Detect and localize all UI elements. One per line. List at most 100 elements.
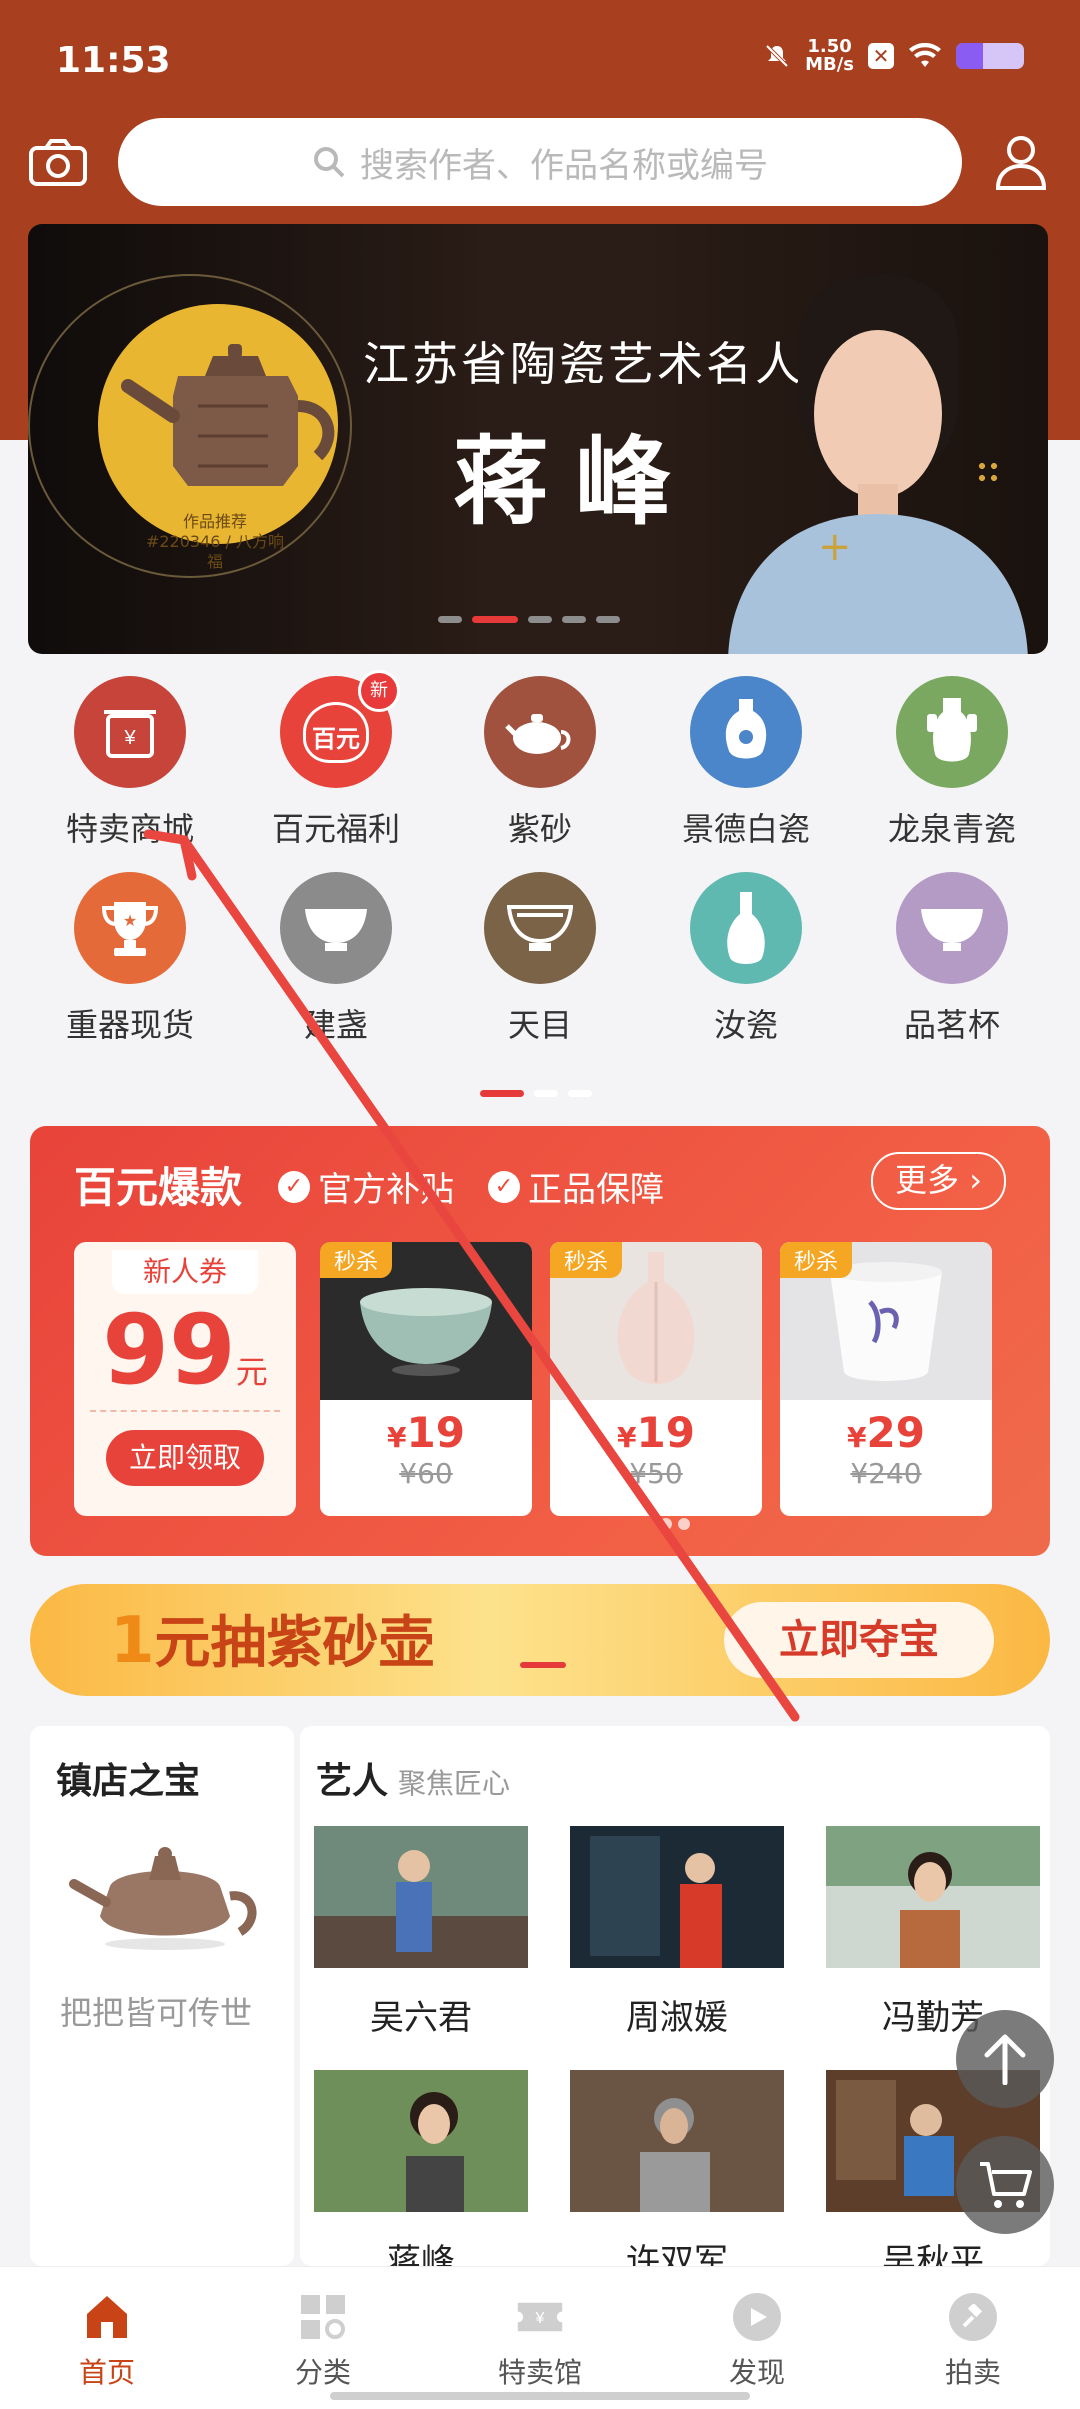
promo-title: 百元爆款 <box>74 1163 243 1212</box>
wifi-icon <box>909 43 941 67</box>
category-item-zisha[interactable]: 紫砂 <box>450 676 630 850</box>
scroll-to-top-button[interactable] <box>956 2010 1054 2108</box>
check-icon: ✓ <box>278 1170 310 1203</box>
promo-tag-authentic-guarantee: ✓ 正品保障 <box>488 1162 664 1211</box>
new-user-coupon[interactable]: 新人券 99元 立即领取 <box>74 1242 296 1516</box>
artist-photo <box>570 2070 784 2212</box>
artist-photo <box>314 1826 528 1968</box>
category-label: 百元福利 <box>271 810 400 848</box>
flash-sale-product[interactable]: 秒杀 ¥29 ¥240 <box>780 1242 992 1516</box>
network-speed: 1.50 MB/s <box>805 36 854 75</box>
snatch-now-button[interactable]: 立即夺宝 <box>724 1602 994 1678</box>
tab-discover[interactable]: 发现 <box>682 2293 832 2391</box>
artist-card[interactable]: 蒋峰 <box>314 2070 528 2266</box>
artist-photo <box>570 1826 784 1968</box>
teapot-image <box>121 344 335 486</box>
bottom-tab-bar: 首页 分类 ¥ 特卖馆 发现 拍卖 <box>0 2266 1080 2409</box>
cart-button[interactable] <box>956 2136 1054 2234</box>
banner-plus-decoration: + <box>818 524 852 570</box>
artist-photo <box>314 2070 528 2212</box>
mute-icon <box>765 44 789 68</box>
category-label: 景德白瓷 <box>681 810 810 848</box>
tab-category[interactable]: 分类 <box>248 2293 398 2391</box>
vase-teal-icon <box>690 872 802 984</box>
status-time: 11:53 <box>56 40 171 81</box>
treasure-caption: 把把皆可传世 <box>60 1994 253 2032</box>
product-original-price: ¥60 <box>399 1457 453 1490</box>
bowl-brown-icon <box>484 872 596 984</box>
category-item-ru-porcelain[interactable]: 汝瓷 <box>656 872 836 1046</box>
category-item-jingde-porcelain[interactable]: 景德白瓷 <box>656 676 836 850</box>
product-original-price: ¥240 <box>850 1457 922 1490</box>
category-item-heavy-stock[interactable]: ★ 重器现货 <box>40 872 220 1046</box>
auction-hammer-icon <box>949 2293 997 2341</box>
one-yuan-lottery-banner[interactable]: 1元抽紫砂壶 立即夺宝 <box>30 1584 1050 1696</box>
artist-card[interactable]: 冯勤芳 <box>826 1826 1040 2039</box>
artist-name: 吴秋平 <box>882 2242 984 2266</box>
lottery-text: 1元抽紫砂壶 <box>110 1604 435 1678</box>
banner-artist-name: 蒋峰 <box>453 425 697 538</box>
artist-card[interactable]: 许双军 <box>570 2070 784 2266</box>
flash-sale-product[interactable]: 秒杀 ¥19 ¥50 <box>550 1242 762 1516</box>
status-icons: 1.50 MB/s ✕ <box>763 38 1024 74</box>
category-label: 汝瓷 <box>713 1006 778 1044</box>
bowl-gray-icon <box>280 872 392 984</box>
category-label: 天目 <box>507 1006 572 1044</box>
tab-auction[interactable]: 拍卖 <box>898 2293 1048 2391</box>
camera-icon[interactable] <box>28 138 88 188</box>
category-item-jianzhan[interactable]: 建盏 <box>246 872 426 1046</box>
category-label: 特卖商城 <box>65 810 194 848</box>
product-original-price: ¥50 <box>629 1457 683 1490</box>
hero-banner[interactable]: 作品推荐 #220346 / 八方响福 江苏省陶瓷艺术名人 蒋峰 + <box>28 224 1048 654</box>
category-item-tianmu[interactable]: 天目 <box>450 872 630 1046</box>
tab-special-sale[interactable]: ¥ 特卖馆 <box>465 2293 615 2391</box>
artists-title: 艺人 聚焦匠心 <box>316 1761 511 1802</box>
category-item-hundred-welfare[interactable]: 百元 新 百元福利 <box>246 670 426 850</box>
sale-ticket-icon: ¥ <box>516 2293 564 2341</box>
coupon-amount: 99元 <box>102 1294 268 1406</box>
svg-text:¥: ¥ <box>123 727 136 749</box>
vase-blue-icon <box>690 676 802 788</box>
home-icon <box>83 2293 131 2341</box>
trophy-icon: ★ <box>74 872 186 984</box>
more-button[interactable]: 更多 › <box>871 1152 1006 1210</box>
status-bar: 11:53 1.50 MB/s ✕ <box>0 0 1080 120</box>
flash-sale-tag: 秒杀 <box>320 1242 393 1278</box>
flash-sale-product[interactable]: 秒杀 ¥19 ¥60 <box>320 1242 532 1516</box>
tab-home[interactable]: 首页 <box>32 2293 182 2391</box>
category-item-tea-cup[interactable]: 品茗杯 <box>862 872 1042 1046</box>
search-placeholder: 搜索作者、作品名称或编号 <box>360 145 768 186</box>
svg-text:★: ★ <box>123 911 137 930</box>
category-label: 建盏 <box>303 1006 368 1044</box>
new-badge: 新 <box>358 670 400 712</box>
play-icon <box>733 2293 781 2341</box>
category-label: 龙泉青瓷 <box>887 810 1016 848</box>
product-price: ¥29 <box>847 1408 925 1457</box>
battery-icon <box>956 43 1024 69</box>
vase-green-icon <box>896 676 1008 788</box>
category-item-special-mall[interactable]: ¥ 特卖商城 <box>40 676 220 850</box>
user-profile-icon[interactable] <box>994 134 1048 190</box>
search-input[interactable]: 搜索作者、作品名称或编号 <box>118 118 962 206</box>
shop-sign-icon: ¥ <box>74 676 186 788</box>
store-treasure-card[interactable]: 镇店之宝 把把皆可传世 <box>30 1726 294 2266</box>
claim-coupon-button[interactable]: 立即领取 <box>106 1430 264 1486</box>
category-label: 紫砂 <box>507 810 572 848</box>
artist-card[interactable]: 吴六君 <box>314 1826 528 2039</box>
svg-text:¥: ¥ <box>535 2310 545 2327</box>
artist-card[interactable]: 周淑媛 <box>570 1826 784 2039</box>
flash-sale-tag: 秒杀 <box>550 1242 623 1278</box>
hundred-yuan-deals-section: 百元爆款 ✓ 官方补贴 ✓ 正品保障 更多 › 新人券 99元 立即领取 秒杀 ¥1… <box>30 1126 1050 1556</box>
category-item-longquan-celadon[interactable]: 龙泉青瓷 <box>862 676 1042 850</box>
cup-lavender-icon <box>896 872 1008 984</box>
home-indicator <box>330 2392 750 2400</box>
coupon-divider <box>90 1410 280 1412</box>
category-icon <box>299 2293 347 2341</box>
banner-page-indicator <box>438 616 620 623</box>
promo-page-indicator <box>660 1518 690 1530</box>
product-price: ¥19 <box>617 1408 695 1457</box>
check-icon: ✓ <box>488 1170 520 1203</box>
search-icon <box>314 147 345 178</box>
coupon-head: 新人券 <box>112 1250 258 1294</box>
category-label: 重器现货 <box>65 1006 194 1044</box>
